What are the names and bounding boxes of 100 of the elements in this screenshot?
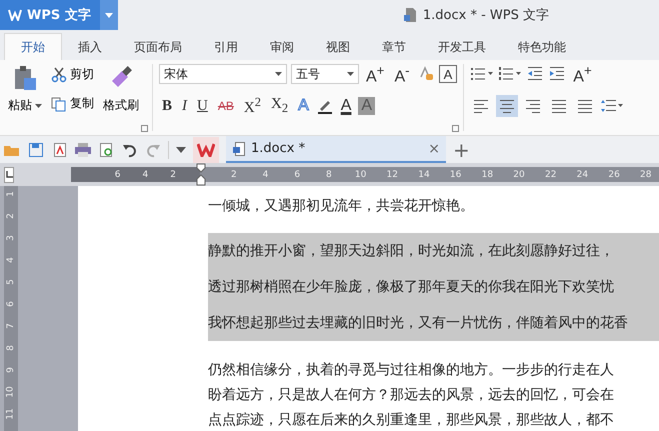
ruler-number: 2 — [230, 170, 238, 180]
text-line: 一倾城，又遇那初见流年，共尝花开惊艳。 — [208, 197, 475, 216]
paste-button[interactable]: 粘贴 — [6, 63, 44, 116]
ruler-number: 4 — [5, 257, 17, 263]
scissors-icon — [51, 66, 67, 82]
ruler-number: 14 — [417, 170, 431, 180]
dialog-launcher-icon[interactable] — [141, 125, 148, 132]
increase-indent-icon[interactable] — [548, 66, 566, 82]
close-tab-button[interactable]: × — [428, 140, 440, 156]
ruler-number: 24 — [576, 170, 590, 180]
ribbon-tab[interactable]: 开发工具 — [422, 34, 502, 60]
ribbon-tab[interactable]: 插入 — [62, 34, 118, 60]
ruler-number: 2 — [170, 170, 176, 180]
ribbon-tab[interactable]: 页面布局 — [118, 34, 198, 60]
indent-marker-icon[interactable] — [196, 163, 206, 186]
save-icon[interactable] — [28, 142, 44, 158]
alignment-button[interactable] — [496, 95, 518, 117]
ruler-number: 5 — [5, 279, 17, 285]
app-menu-button[interactable]: WPS 文字 — [0, 0, 100, 30]
ribbon-tab[interactable]: 引用 — [198, 34, 254, 60]
copy-button[interactable]: 复制 — [50, 94, 95, 113]
window-title: 1.docx * - WPS 文字 — [422, 7, 549, 24]
font-size-dropdown[interactable]: 五号 — [291, 64, 359, 84]
ruler-number: 22 — [544, 170, 558, 180]
dialog-launcher-icon[interactable] — [452, 125, 460, 132]
tab-stop-selector[interactable] — [4, 166, 14, 182]
font-effect-button[interactable]: A — [338, 95, 354, 117]
cut-button[interactable]: 剪切 — [50, 65, 95, 84]
caret-icon — [275, 72, 282, 76]
font-size-button[interactable]: A$^{+}$ — [363, 63, 388, 85]
document-icon — [232, 140, 246, 156]
ruler-number: 9 — [5, 367, 17, 373]
ribbon-tab[interactable]: 特色功能 — [502, 34, 582, 60]
print-preview-icon[interactable] — [99, 142, 115, 158]
ribbon-tab[interactable]: 视图 — [310, 34, 366, 60]
ruler-number: 7 — [5, 323, 17, 329]
ruler-number: 1 — [5, 191, 17, 197]
format-painter-button[interactable]: 格式刷 — [101, 63, 141, 116]
document-tab[interactable]: 1.docx * × — [226, 136, 446, 163]
text-line: 我怀想起那些过去埋藏的旧时光，又有一片忧伤，伴随着风中的花香 — [208, 314, 629, 333]
clipboard-icon — [12, 65, 38, 91]
bullet-list-icon[interactable] — [470, 66, 494, 82]
format-button[interactable]: X$_{2}$ — [268, 95, 292, 117]
new-tab-button[interactable]: + — [453, 138, 470, 162]
numbered-list-icon[interactable] — [498, 66, 522, 82]
ruler-number: 28 — [639, 170, 652, 180]
text-line: 静默的推开小窗，望那天边斜阳，时光如流，在此刻愿静好过往， — [208, 242, 615, 261]
copy-icon — [51, 96, 67, 112]
w-logo-icon — [197, 142, 215, 156]
character-border-button[interactable]: A — [438, 65, 458, 83]
align-icon — [551, 99, 568, 113]
ruler-number: 4 — [142, 170, 148, 180]
decrease-indent-icon[interactable] — [526, 66, 544, 82]
format-button[interactable]: AB — [214, 95, 237, 117]
ruler-number: 6 — [114, 170, 121, 180]
ruler-number: 6 — [5, 301, 17, 307]
grow-font-button[interactable]: A$^{+}$ — [570, 63, 595, 85]
ruler-number: 4 — [262, 170, 270, 180]
text-line: 盼着远方，只是故人在何方？那远去的风景，远去的回忆，可会在 — [208, 386, 615, 405]
app-dropdown-button[interactable] — [100, 0, 118, 30]
format-button[interactable]: U — [194, 95, 211, 117]
align-icon — [525, 99, 542, 113]
ruler-number: 26 — [607, 170, 621, 180]
ruler-number: 11 — [5, 408, 17, 420]
text-line: 点点踪迹，只愿在后来的久别重逢里，那些风景，那些故人，都不 — [208, 411, 615, 430]
ruler-number: 10 — [354, 170, 368, 180]
text-line: 仍然相信缘分，执着的寻觅与过往相像的地方。一步步的行走在人 — [208, 361, 615, 380]
print-icon[interactable] — [74, 142, 92, 158]
ruler-number: 16 — [448, 170, 462, 180]
align-icon — [577, 99, 594, 113]
text-line: 透过那树梢照在少年脸庞，像极了那年夏天的你我在阳光下欢笑忧 — [208, 278, 615, 297]
caret-icon — [35, 104, 42, 108]
format-button[interactable]: B — [159, 95, 176, 117]
ruler-number: 20 — [512, 170, 526, 180]
ribbon-tab[interactable]: 开始 — [4, 33, 62, 60]
export-pdf-icon[interactable] — [51, 142, 67, 158]
ruler-number: 12 — [386, 170, 399, 180]
align-icon — [499, 99, 516, 113]
font-size-button[interactable]: A$^{-}$ — [391, 63, 413, 85]
document-tab-label: 1.docx * — [251, 141, 306, 156]
document-icon — [402, 7, 417, 23]
ruler-number: 6 — [293, 170, 302, 180]
w-logo-icon — [8, 9, 22, 21]
ruler-number: 8 — [5, 345, 17, 351]
ruler-number: 8 — [325, 170, 333, 180]
ruler-number: 3 — [5, 235, 17, 241]
line-spacing-icon[interactable] — [600, 98, 624, 114]
ruler-number: 2 — [5, 213, 17, 219]
ruler-number: 10 — [4, 386, 17, 398]
tab-stop-icon — [5, 170, 13, 178]
ribbon-tab[interactable]: 章节 — [366, 34, 422, 60]
caret-icon — [105, 12, 113, 18]
caret-icon — [347, 72, 354, 76]
format-button[interactable]: I — [179, 95, 190, 117]
ribbon-tab[interactable]: 审阅 — [254, 34, 310, 60]
font-name-dropdown[interactable]: 宋体 — [159, 64, 287, 84]
dropdown-caret-icon[interactable] — [176, 146, 186, 152]
format-button[interactable]: X$^{2}$ — [240, 95, 264, 117]
wps-logo-button[interactable] — [193, 136, 219, 162]
align-icon — [473, 99, 490, 113]
